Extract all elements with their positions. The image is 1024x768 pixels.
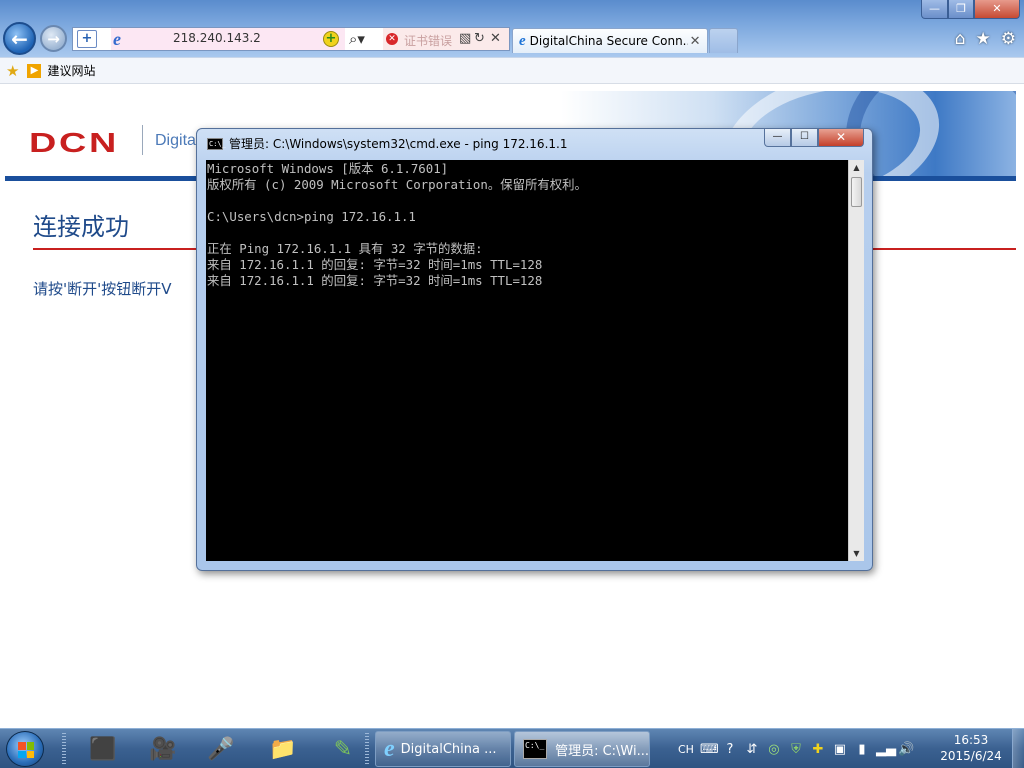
compatibility-shield-icon[interactable]: + [77, 30, 97, 48]
browser-titlebar: — ❐ ✕ ← → + e 218.240.143.2 + ⌕▾ ✕ 证书错误 … [0, 0, 1024, 57]
camcorder-icon[interactable]: 🎥 [147, 733, 179, 765]
favorites-star-add-icon[interactable]: ★ [6, 62, 19, 80]
tools-gear-icon[interactable]: ⚙ [1001, 29, 1016, 49]
addon-plus-icon[interactable]: + [323, 31, 339, 47]
taskbar-cmd-button[interactable]: C:\_ 管理员: C:\Wi... [514, 731, 650, 767]
console-output[interactable]: Microsoft Windows [版本 6.1.7601] 版权所有 (c)… [206, 160, 848, 561]
network-user-icon[interactable]: ⬛ [87, 733, 119, 765]
home-icon[interactable]: ⌂ [955, 29, 966, 49]
favorites-bar: ★ ▶ 建议网站 [0, 57, 1024, 84]
volume-icon[interactable]: 🔊 [898, 742, 914, 757]
drawing-tool-icon[interactable]: ✎ [327, 733, 359, 765]
cmd-window[interactable]: C:\_ 管理员: C:\Windows\system32\cmd.exe - … [196, 128, 873, 571]
console-line: 来自 172.16.1.1 的回复: 字节=32 时间=1ms TTL=128 [207, 273, 543, 288]
cmd-maximize-button[interactable]: ☐ [791, 129, 818, 147]
console-line: Microsoft Windows [版本 6.1.7601] [207, 161, 449, 176]
taskbar: ⬛ 🎥 🎤 📁 ✎ e DigitalChina ... C:\_ 管理员: C… [0, 728, 1024, 768]
taskbar-ie-label: DigitalChina ... [400, 741, 497, 757]
cmd-title: 管理员: C:\Windows\system32\cmd.exe - ping … [229, 137, 568, 151]
console-line: 正在 Ping 172.16.1.1 具有 32 字节的数据: [207, 241, 483, 256]
tab-digitalchina[interactable]: e DigitalChina Secure Conn... ✕ [512, 28, 708, 53]
help-icon[interactable]: ? [722, 742, 738, 757]
taskbar-cmd-label: 管理员: C:\Wi... [555, 743, 649, 759]
address-url[interactable]: 218.240.143.2 [173, 31, 261, 45]
dcn-logo: DCN [29, 127, 120, 158]
clock-time: 16:53 [953, 733, 989, 747]
forward-arrow-icon: → [47, 29, 60, 48]
console-scrollbar[interactable]: ▲ ▼ [848, 160, 864, 561]
stop-icon[interactable]: ✕ [490, 31, 501, 46]
network-adapter-icon[interactable]: ▣ [832, 742, 848, 757]
page-message: 请按'断开'按钮断开V [33, 280, 172, 298]
taskbar-grip [62, 733, 66, 765]
security-green-icon[interactable]: ◎ [766, 742, 782, 757]
brand-text: Digita [155, 132, 196, 149]
screen: — ❐ ✕ ← → + e 218.240.143.2 + ⌕▾ ✕ 证书错误 … [0, 0, 1024, 768]
cmd-minimize-button[interactable]: — [764, 129, 791, 147]
browser-minimize-button[interactable]: — [921, 0, 948, 19]
console-line: 版权所有 (c) 2009 Microsoft Corporation。保留所有… [207, 177, 587, 192]
signal-bars-icon[interactable]: ▂▄ [876, 742, 896, 757]
scrollbar-thumb[interactable] [851, 177, 862, 207]
browser-close-button[interactable]: ✕ [974, 0, 1020, 19]
compat-view-icon[interactable]: ▧ [459, 31, 471, 46]
certificate-error-label[interactable]: 证书错误 [404, 32, 452, 49]
console-line: 来自 172.16.1.1 的回复: 字节=32 时间=1ms TTL=128 [207, 257, 543, 272]
scroll-down-arrow-icon[interactable]: ▼ [849, 546, 864, 561]
refresh-icon[interactable]: ↻ [474, 31, 485, 46]
keyboard-icon[interactable]: ⌨ [700, 742, 719, 757]
browser-window-controls: — ❐ ✕ [921, 0, 1020, 20]
banner-divider [142, 125, 143, 155]
ie-taskbar-icon: e [384, 735, 395, 762]
cmd-close-button[interactable]: ✕ [818, 129, 864, 147]
start-button[interactable] [6, 731, 44, 767]
shield-green-icon[interactable]: ⛨ [788, 742, 804, 757]
addon-plus-tray-icon[interactable]: ✚ [810, 742, 826, 757]
certificate-error-icon: ✕ [386, 33, 398, 45]
system-clock[interactable]: 16:53 2015/6/24 [936, 732, 1006, 764]
show-desktop-button[interactable] [1012, 729, 1024, 768]
cmd-app-icon: C:\_ [207, 137, 226, 150]
system-tray: CH ⌨ ? ⇵ ◎ ⛨ ✚ ▣ ▮ ▂▄ 🔊 [678, 729, 914, 768]
language-indicator[interactable]: CH [678, 743, 694, 756]
tab-ie-icon: e [519, 32, 526, 49]
cmd-titlebar[interactable]: C:\_ 管理员: C:\Windows\system32\cmd.exe - … [207, 135, 567, 152]
favorites-suggested-sites[interactable]: 建议网站 [47, 62, 95, 79]
taskbar-grip-2 [365, 733, 369, 765]
tab-close-icon[interactable]: ✕ [690, 34, 701, 49]
taskbar-ie-button[interactable]: e DigitalChina ... [375, 731, 511, 767]
browser-toolbar-right: ⌂ ★ ⚙ [955, 29, 1016, 49]
battery-icon[interactable]: ▮ [854, 742, 870, 757]
page-title: 连接成功 [33, 213, 129, 241]
cmd-window-controls: — ☐ ✕ [764, 129, 864, 147]
microphone-icon[interactable]: 🎤 [205, 733, 237, 765]
windows-flag-icon [18, 742, 34, 758]
new-tab-button[interactable] [709, 28, 738, 53]
favorites-star-icon[interactable]: ★ [976, 29, 991, 49]
clock-date: 2015/6/24 [940, 749, 1002, 763]
cmd-taskbar-icon: C:\_ [523, 739, 548, 759]
pen-options-icon[interactable]: ⇵ [744, 742, 760, 757]
suggested-sites-icon: ▶ [27, 63, 42, 78]
address-bar[interactable]: + e 218.240.143.2 + ⌕▾ ✕ 证书错误 ▧ ↻ ✕ [72, 27, 510, 51]
browser-restore-button[interactable]: ❐ [948, 0, 974, 19]
scroll-up-arrow-icon[interactable]: ▲ [849, 160, 864, 175]
forward-button[interactable]: → [40, 25, 67, 52]
console-line: C:\Users\dcn>ping 172.16.1.1 [207, 209, 416, 224]
tab-title: DigitalChina Secure Conn... [529, 34, 688, 48]
back-button[interactable]: ← [3, 22, 36, 55]
back-arrow-icon: ← [11, 26, 28, 51]
file-explorer-icon[interactable]: 📁 [267, 733, 299, 765]
search-dropdown-icon[interactable]: ⌕▾ [349, 30, 365, 48]
